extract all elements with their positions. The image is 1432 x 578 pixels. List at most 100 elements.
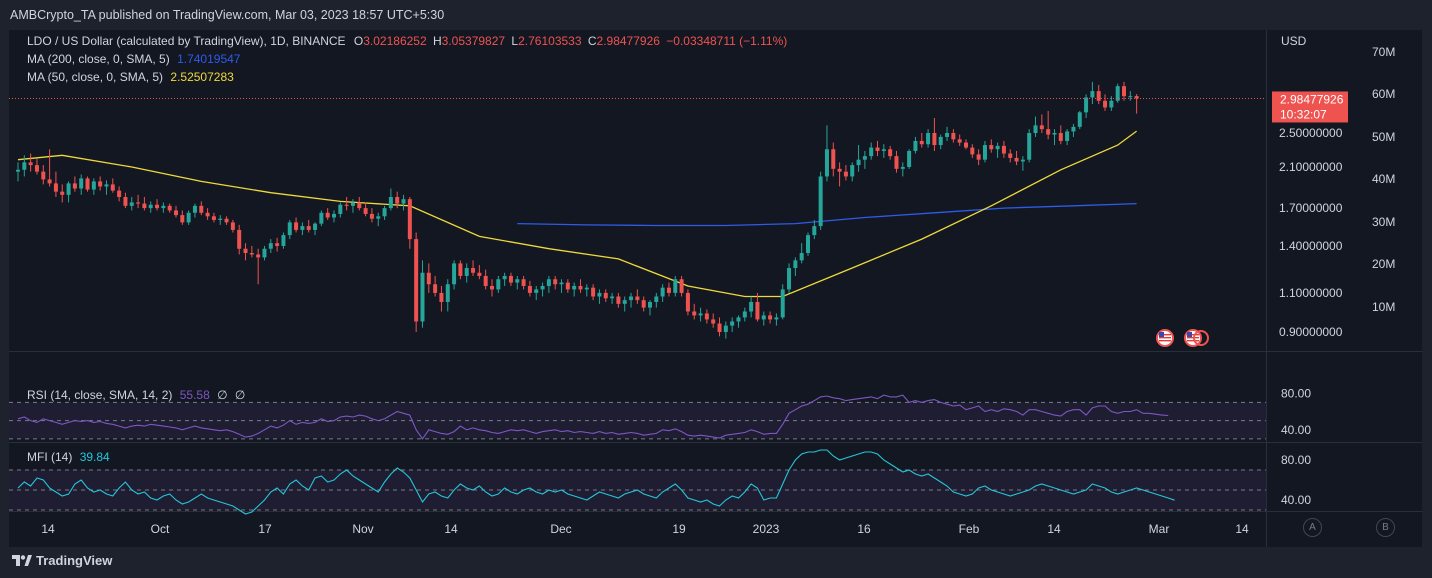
time-axis-label: Feb: [959, 522, 980, 536]
candle-body: [913, 140, 918, 151]
candle-body: [584, 287, 589, 290]
candle-body: [256, 254, 261, 258]
candle-body: [610, 296, 615, 299]
time-axis-label: 14: [1235, 522, 1249, 536]
close-label: C: [587, 34, 597, 48]
time-axis-label: Oct: [151, 522, 170, 536]
candle-body: [275, 243, 280, 246]
mfi-label: MFI (14): [27, 450, 73, 464]
tradingview-brand[interactable]: TradingView: [12, 553, 112, 568]
close-value: 2.98477926: [596, 34, 660, 48]
candle-body: [420, 272, 425, 322]
candle-body: [546, 279, 551, 286]
tradingview-logo-icon: [12, 554, 32, 566]
candle-body: [635, 296, 640, 301]
candle-body: [407, 199, 412, 240]
candle-body: [1033, 125, 1038, 133]
candle-body: [313, 223, 318, 230]
candle-body: [338, 204, 343, 214]
candle-body: [515, 279, 520, 283]
candle-body: [224, 218, 229, 223]
mfi-legend[interactable]: MFI (14) 39.84: [27, 450, 110, 464]
candle-body: [1103, 100, 1108, 108]
candle-body: [837, 168, 842, 172]
candle-body: [180, 215, 185, 223]
candle-body: [780, 289, 785, 318]
candle-body: [85, 178, 90, 190]
candle-body: [862, 156, 867, 160]
ma200-value: 1.74019547: [177, 52, 241, 66]
time-axis-label: 14: [1047, 522, 1061, 536]
candle-body: [989, 145, 994, 150]
scale-a-button[interactable]: A: [1303, 518, 1322, 537]
publisher-header: AMBCrypto_TA published on TradingView.co…: [0, 0, 1432, 30]
candle-body: [982, 145, 987, 160]
candle-body: [211, 216, 216, 220]
candle-body: [1001, 145, 1006, 154]
candle-body: [749, 301, 754, 312]
candle-body: [496, 279, 501, 290]
candle-body: [300, 226, 305, 230]
rsi-value: 55.58: [179, 388, 210, 402]
candle-body: [1027, 133, 1032, 160]
candle-body: [1039, 125, 1044, 130]
countdown-label: 10:32:07: [1280, 107, 1327, 121]
rsi-label: RSI (14, close, SMA, 14, 2): [27, 388, 173, 402]
candle-body: [919, 140, 924, 145]
candle-body: [433, 284, 438, 293]
candle-body: [72, 183, 77, 189]
candle-body: [414, 239, 419, 322]
candle-body: [711, 319, 716, 324]
ma200-label: MA (200, close, 0, SMA, 5): [27, 52, 170, 66]
candle-body: [1071, 126, 1076, 132]
volume-tick-label: 10M: [1372, 300, 1395, 314]
candle-body: [174, 210, 178, 216]
candle-body: [1122, 86, 1126, 97]
chart-canvas[interactable]: 2.50000000 2.10000000 1.70000000 1.40000000…: [9, 30, 1422, 547]
candle-body: [395, 196, 400, 204]
price-tick-label: 0.90000000: [1279, 325, 1343, 339]
candle-body: [717, 323, 722, 332]
candle-body: [559, 282, 564, 285]
candle-body: [1084, 97, 1089, 113]
rsi-na-1: ∅: [217, 388, 228, 402]
candle-body: [332, 213, 336, 218]
candle-body: [875, 147, 880, 151]
chart-panel[interactable]: 2.50000000 2.10000000 1.70000000 1.40000000…: [9, 30, 1422, 547]
symbol-title[interactable]: LDO / US Dollar (calculated by TradingVi…: [27, 34, 346, 48]
candle-body: [281, 235, 286, 246]
time-axis-label: Dec: [550, 522, 571, 536]
candle-body: [742, 311, 747, 318]
candle-body: [28, 162, 33, 166]
candle-body: [199, 205, 204, 213]
time-axis-label: 14: [444, 522, 458, 536]
scale-b-button[interactable]: B: [1376, 518, 1395, 537]
candle-body: [964, 142, 968, 148]
candle-body: [445, 284, 450, 302]
candle-body: [591, 287, 596, 297]
candle-body: [350, 202, 355, 206]
candle-body: [388, 196, 393, 209]
candle-body: [79, 178, 84, 189]
time-axis-label: 16: [857, 522, 871, 536]
time-axis-label: 17: [258, 522, 272, 536]
candle-body: [666, 287, 671, 293]
flag-canton-icon: [1159, 332, 1164, 337]
rsi-legend[interactable]: RSI (14, close, SMA, 14, 2) 55.58 ∅ ∅: [27, 388, 245, 402]
candle-body: [900, 166, 905, 169]
candle-body: [1128, 96, 1133, 98]
candle-body: [319, 212, 324, 224]
candle-body: [483, 275, 488, 286]
candle-body: [53, 183, 58, 192]
candle-body: [249, 253, 254, 255]
ma50-legend[interactable]: MA (50, close, 0, SMA, 5) 2.52507283: [27, 70, 234, 84]
candle-body: [268, 243, 273, 249]
symbol-legend: LDO / US Dollar (calculated by TradingVi…: [27, 34, 787, 48]
candle-body: [755, 301, 760, 320]
ma200-legend[interactable]: MA (200, close, 0, SMA, 5) 1.74019547: [27, 52, 240, 66]
candle-body: [1077, 112, 1082, 127]
price-tick-label: 2.10000000: [1279, 160, 1343, 174]
candle-body: [648, 301, 652, 308]
candle-body: [970, 147, 975, 155]
candle-body: [167, 205, 172, 211]
